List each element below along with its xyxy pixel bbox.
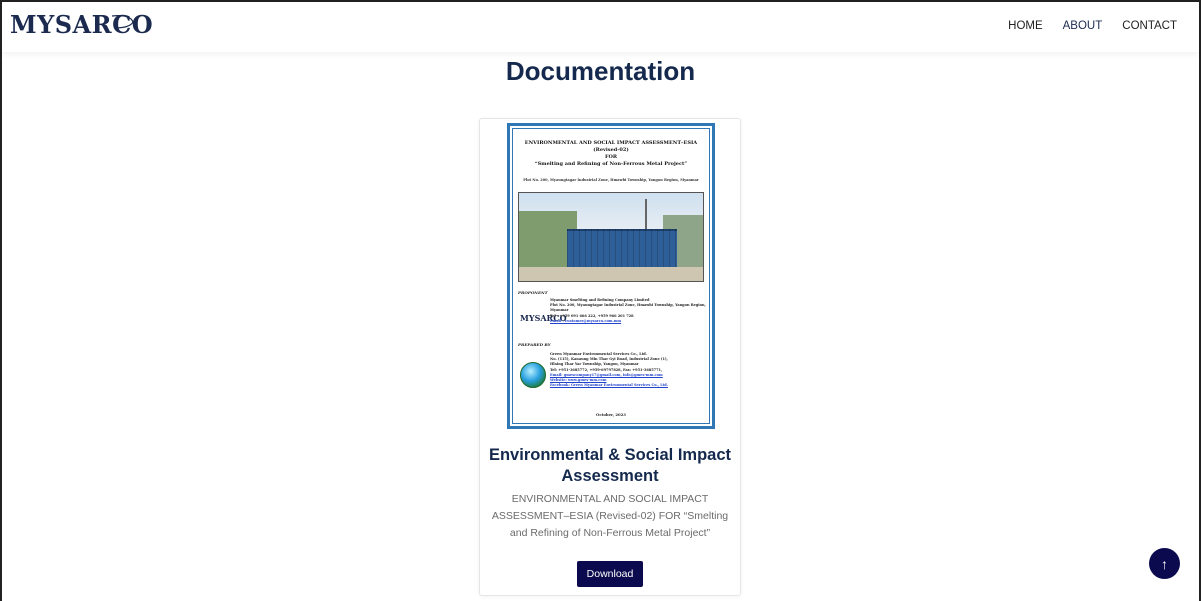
document-card: ENVIRONMENTAL AND SOCIAL IMPACT ASSESSME… [479, 118, 741, 596]
nav-about[interactable]: ABOUT [1063, 20, 1103, 32]
photo-ground [519, 267, 703, 281]
card-description: ENVIRONMENTAL AND SOCIAL IMPACT ASSESSME… [491, 493, 729, 539]
photo-light-pole [645, 199, 647, 231]
proponent-email: Email : customer@mysarco.com.mm [550, 318, 622, 323]
cover-date: October, 2023 [596, 412, 626, 417]
prepared-by-label: PREPARED BY [518, 342, 551, 347]
navbar: MYSARCO HOME ABOUT CONTACT [2, 2, 1199, 52]
document-cover-image[interactable]: ENVIRONMENTAL AND SOCIAL IMPACT ASSESSME… [507, 123, 715, 429]
download-button[interactable]: Download [577, 561, 643, 587]
cover-title-line: FOR [604, 154, 618, 160]
cover-location: Plot No. 200, Myaungtagar Industrial Zon… [523, 178, 699, 182]
prepared-facebook: Facebook: Green Myanmar Environmental Se… [550, 383, 668, 388]
proponent-address: Plot No. 200, Myaungtagar Industrial Zon… [550, 303, 706, 313]
site-gate-photo [518, 192, 704, 282]
cover-title-line: (Revised-02) [593, 147, 629, 153]
logo-swoosh-icon [112, 15, 134, 29]
prepared-by-details: Green Myanmar Environmental Services Co.… [550, 352, 668, 388]
photo-gate-bars [567, 229, 677, 269]
cover-title-line: “Smelting and Refining of Non-Ferrous Me… [534, 161, 688, 167]
scroll-to-top-button[interactable]: ↑ [1149, 548, 1180, 579]
arrow-up-icon: ↑ [1161, 555, 1168, 572]
page-title: Documentation [505, 56, 696, 86]
card-title: Environmental & Social Impact Assessment [488, 446, 732, 485]
nav-home[interactable]: HOME [1008, 20, 1043, 32]
proponent-label: PROPONENT [518, 290, 548, 295]
main-nav: HOME ABOUT CONTACT [1008, 20, 1177, 32]
nav-contact[interactable]: CONTACT [1122, 20, 1177, 32]
cover-title: ENVIRONMENTAL AND SOCIAL IMPACT ASSESSME… [514, 140, 708, 168]
proponent-details: Myanmar Smelting and Refining Company Li… [550, 298, 712, 324]
cover-title-line: ENVIRONMENTAL AND SOCIAL IMPACT ASSESSME… [524, 140, 698, 146]
gmes-globe-icon [520, 362, 546, 388]
